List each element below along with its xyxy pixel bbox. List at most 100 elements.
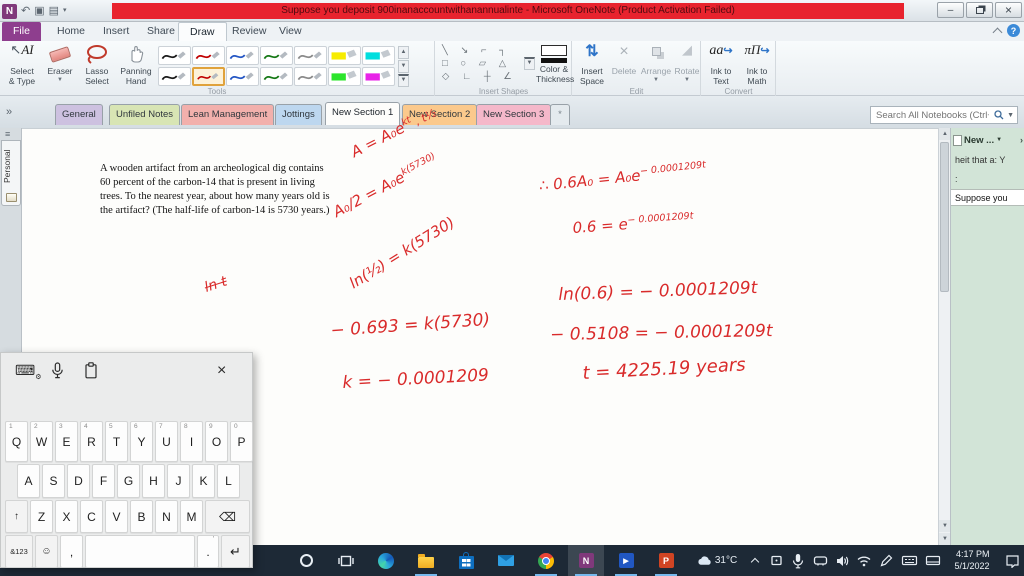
page-tab[interactable]: heit that a: Y	[951, 152, 1024, 169]
key-v[interactable]: V	[105, 500, 128, 533]
ink-to-text-button[interactable]: aa↪ Ink to Text	[704, 43, 738, 86]
arrange-dropdown-icon[interactable]: ▼	[639, 77, 673, 84]
highlighter-swatch[interactable]	[328, 46, 361, 65]
close-button[interactable]: ×	[995, 2, 1022, 18]
taskbar-cortana-button[interactable]	[288, 545, 324, 576]
key-z[interactable]: Z	[30, 500, 53, 533]
keyboard-layout-icon[interactable]: ⌨⚙	[15, 362, 42, 381]
key-b[interactable]: B	[130, 500, 153, 533]
tray-show-hidden-icons[interactable]	[746, 545, 764, 576]
tray-volume[interactable]	[832, 545, 852, 576]
pen-swatch[interactable]	[294, 67, 327, 86]
tray-weather[interactable]: 31°C	[692, 545, 742, 576]
delete-button[interactable]: × Delete	[609, 43, 639, 77]
taskbar-file-explorer-button[interactable]	[408, 545, 444, 576]
full-page-view-icon[interactable]: ▣	[34, 2, 44, 20]
tray-microphone[interactable]	[788, 545, 808, 576]
lasso-select-button[interactable]: Lasso Select	[78, 43, 116, 86]
key-m[interactable]: M	[180, 500, 203, 533]
color-thickness-button[interactable]: Color & Thickness	[536, 43, 572, 84]
new-page-icon[interactable]	[953, 135, 962, 146]
dictation-mic-icon[interactable]	[51, 362, 64, 384]
key-g[interactable]: G	[117, 464, 140, 498]
key-i[interactable]: 8I	[180, 421, 203, 462]
key-u[interactable]: 7U	[155, 421, 178, 462]
key-q[interactable]: 1Q	[5, 421, 28, 462]
emoji-key[interactable]: ☺	[35, 535, 58, 568]
pen-swatch[interactable]	[158, 46, 191, 65]
key-s[interactable]: S	[42, 464, 65, 498]
nav-expand-icon[interactable]: »	[6, 106, 12, 118]
eraser-dropdown-icon[interactable]: ▼	[42, 77, 78, 84]
clipboard-icon[interactable]	[84, 362, 98, 384]
shape-row[interactable]: □ ○ ▱ △	[442, 57, 511, 70]
tray-touchpad[interactable]	[922, 545, 944, 576]
section-tab-new-section-1[interactable]: New Section 1	[325, 102, 400, 125]
minimize-button[interactable]: –	[937, 2, 964, 18]
page-tab-selected[interactable]: Suppose you	[951, 189, 1024, 206]
section-tab-unfiled-notes[interactable]: Unfiled Notes	[109, 104, 180, 125]
undo-icon[interactable]: ↶	[21, 2, 30, 20]
page-tab[interactable]: :	[951, 171, 1024, 188]
key-l[interactable]: L	[217, 464, 240, 498]
search-icon[interactable]	[994, 110, 1004, 120]
key-y[interactable]: 6Y	[130, 421, 153, 462]
shape-row[interactable]: ╲ ↘ ⌐ ┐	[442, 44, 511, 57]
rotate-button[interactable]: ◢ Rotate ▼	[673, 43, 701, 83]
taskbar-chrome-button[interactable]	[528, 545, 564, 576]
section-tab-general[interactable]: General	[55, 104, 103, 125]
onenote-app-icon[interactable]: N	[2, 4, 17, 19]
taskbar-movies-tv-button[interactable]: ▶	[608, 545, 644, 576]
tab-file[interactable]: File	[2, 22, 41, 41]
rotate-dropdown-icon[interactable]: ▼	[673, 77, 701, 84]
tray-windows-ink[interactable]	[876, 545, 896, 576]
pen-swatch[interactable]	[158, 67, 191, 86]
pen-swatch[interactable]	[294, 46, 327, 65]
notebook-tab-personal[interactable]: Personal	[1, 140, 21, 206]
key-r[interactable]: 4R	[80, 421, 103, 462]
taskbar-task-view-button[interactable]	[328, 545, 364, 576]
shape-row[interactable]: ◇ ∟ ┼ ∠	[442, 70, 517, 83]
pen-gallery-down-icon[interactable]: ▼	[398, 60, 409, 73]
section-tab-lean-management[interactable]: Lean Management	[181, 104, 274, 125]
symbols-key[interactable]: &123	[5, 535, 33, 568]
tab-insert[interactable]: Insert	[92, 22, 140, 41]
pen-swatch[interactable]	[260, 46, 293, 65]
tab-view[interactable]: View	[268, 22, 313, 41]
pen-swatch-selected[interactable]	[192, 67, 225, 86]
key-e[interactable]: 3E	[55, 421, 78, 462]
tray-tablet-mode[interactable]	[766, 545, 786, 576]
key-f[interactable]: F	[92, 464, 115, 498]
select-type-button[interactable]: ↖AI Select & Type	[2, 43, 42, 86]
ink-to-math-button[interactable]: πΠ↪ Ink to Math	[740, 43, 774, 86]
key-x[interactable]: X	[55, 500, 78, 533]
pen-swatch[interactable]	[226, 67, 259, 86]
tray-action-center[interactable]	[1000, 545, 1024, 576]
vertical-scrollbar[interactable]: ▲ ▼ ▼	[938, 128, 950, 545]
key-k[interactable]: K	[192, 464, 215, 498]
scrollbar-thumb[interactable]	[940, 142, 949, 292]
search-box[interactable]: ▼	[870, 106, 1018, 124]
restore-button[interactable]	[966, 2, 993, 18]
minimize-ribbon-icon[interactable]	[993, 27, 1003, 37]
key-c[interactable]: C	[80, 500, 103, 533]
highlighter-swatch[interactable]	[362, 46, 395, 65]
panning-hand-button[interactable]: Panning Hand	[116, 43, 156, 86]
expand-page-tabs-icon[interactable]: ›	[1020, 135, 1023, 145]
key-j[interactable]: J	[167, 464, 190, 498]
taskbar-edge-button[interactable]	[368, 545, 404, 576]
tray-device[interactable]	[810, 545, 830, 576]
search-input[interactable]	[874, 109, 991, 122]
taskbar-powerpoint-button[interactable]: P	[648, 545, 684, 576]
key-n[interactable]: N	[155, 500, 178, 533]
pen-swatch[interactable]	[192, 46, 225, 65]
page-header-dropdown-icon[interactable]: ▼	[996, 137, 1002, 143]
tab-home[interactable]: Home	[46, 22, 96, 41]
insert-space-button[interactable]: ⇅ Insert Space	[575, 43, 609, 86]
comma-key[interactable]: ,	[60, 535, 83, 568]
key-d[interactable]: D	[67, 464, 90, 498]
close-keyboard-icon[interactable]: ×	[217, 362, 226, 380]
eraser-button[interactable]: Eraser ▼	[42, 43, 78, 83]
rail-menu-icon[interactable]: ≡	[5, 129, 10, 139]
pen-swatch[interactable]	[260, 67, 293, 86]
